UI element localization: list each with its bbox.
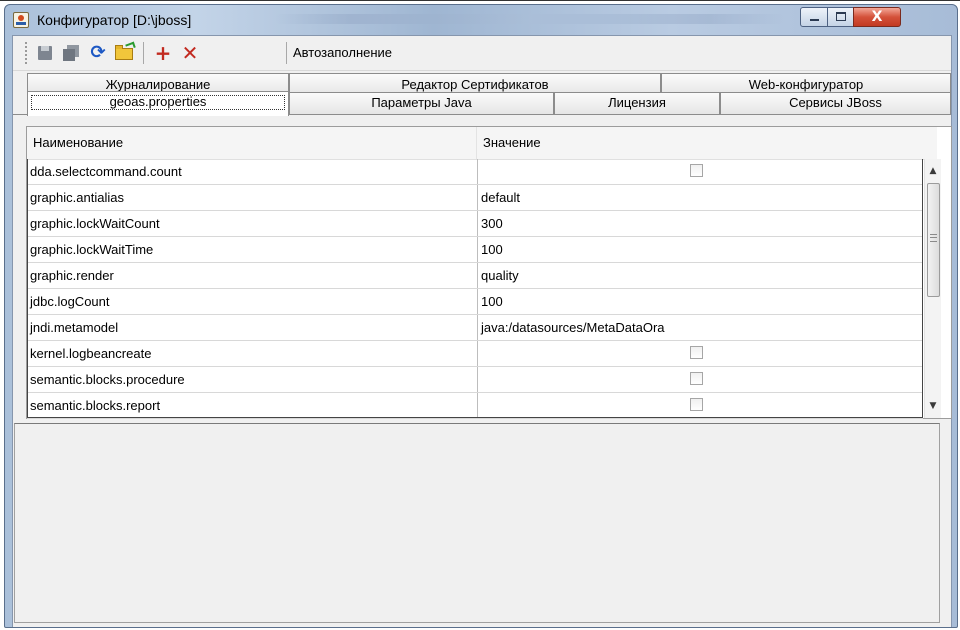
property-name-cell[interactable]: graphic.lockWaitTime [27, 237, 478, 262]
tab-jboss-services[interactable]: Сервисы JBoss [720, 92, 951, 115]
property-name-cell[interactable]: graphic.lockWaitCount [27, 211, 478, 236]
window-client-area: ⟳ + ✕ Автозаполнение Журналирование Реда… [12, 35, 952, 627]
open-folder-button[interactable] [114, 43, 134, 63]
tab-web-configurator[interactable]: Web-конфигуратор [661, 73, 951, 94]
title-bar-background-blur [275, 14, 785, 24]
property-name-cell[interactable]: kernel.logbeancreate [27, 341, 478, 366]
table-row[interactable]: graphic.lockWaitCount 300 [27, 211, 923, 237]
save-button[interactable] [35, 43, 55, 63]
tab-panel: Наименование Значение dda.selectcommand.… [13, 114, 952, 627]
vertical-scrollbar[interactable]: ▲ ▼ [924, 159, 941, 418]
table-row[interactable]: jdbc.logCount 100 [27, 289, 923, 315]
refresh-button[interactable]: ⟳ [88, 43, 108, 63]
table-row[interactable]: graphic.antialias default [27, 185, 923, 211]
save-all-icon [63, 45, 79, 61]
properties-table: Наименование Значение dda.selectcommand.… [26, 126, 952, 419]
maximize-button[interactable] [827, 7, 854, 27]
table-row[interactable]: kernel.logbeancreate [27, 341, 923, 367]
save-icon [38, 46, 52, 60]
toolbar: ⟳ + ✕ Автозаполнение [13, 36, 951, 71]
save-all-button[interactable] [61, 43, 81, 63]
autofill-button[interactable]: Автозаполнение [293, 45, 392, 60]
property-value-cell[interactable]: 100 [478, 237, 923, 262]
toolbar-grip[interactable] [25, 42, 27, 64]
property-value-cell[interactable]: java:/datasources/MetaDataOra [478, 315, 923, 340]
close-button[interactable]: X [853, 7, 901, 27]
tab-java-parameters[interactable]: Параметры Java [289, 92, 554, 115]
maximize-icon [836, 12, 846, 21]
value-checkbox[interactable] [690, 346, 703, 359]
detail-area [14, 423, 940, 623]
scrollbar-thumb[interactable] [927, 183, 940, 297]
table-row[interactable]: semantic.blocks.report [27, 393, 923, 419]
property-value-cell[interactable] [478, 393, 923, 418]
minimize-icon [810, 19, 819, 21]
property-name-cell[interactable]: jndi.metamodel [27, 315, 478, 340]
property-name-cell[interactable]: graphic.antialias [27, 185, 478, 210]
table-row[interactable]: semantic.blocks.procedure [27, 367, 923, 393]
tab-license[interactable]: Лицензия [554, 92, 720, 115]
table-row[interactable]: jndi.metamodel java:/datasources/MetaData… [27, 315, 923, 341]
property-name-cell[interactable]: dda.selectcommand.count [27, 159, 478, 184]
tab-focus-outline [31, 95, 285, 110]
add-icon: + [154, 41, 172, 65]
property-value-cell[interactable]: 300 [478, 211, 923, 236]
value-checkbox[interactable] [690, 164, 703, 177]
property-value-cell[interactable] [478, 367, 923, 392]
scrollbar-grip-icon [930, 234, 937, 242]
tab-geoas-properties[interactable]: geoas.properties [27, 91, 289, 116]
property-value-cell[interactable] [478, 341, 923, 366]
table-row[interactable]: graphic.lockWaitTime 100 [27, 237, 923, 263]
value-checkbox[interactable] [690, 372, 703, 385]
table-row[interactable]: dda.selectcommand.count [27, 159, 923, 185]
property-value-cell[interactable]: 100 [478, 289, 923, 314]
add-button[interactable]: + [153, 43, 173, 63]
table-header: Наименование Значение [27, 127, 937, 160]
property-value-cell[interactable] [478, 159, 923, 184]
title-bar[interactable]: Конфигуратор [D:\jboss] X [5, 5, 957, 35]
property-name-cell[interactable]: semantic.blocks.procedure [27, 367, 478, 392]
open-folder-icon [115, 45, 133, 60]
property-value-cell[interactable]: quality [478, 263, 923, 288]
property-name-cell[interactable]: graphic.render [27, 263, 478, 288]
scroll-down-icon[interactable]: ▼ [925, 398, 941, 415]
window-title: Конфигуратор [D:\jboss] [37, 12, 192, 28]
scroll-up-icon[interactable]: ▲ [925, 163, 941, 180]
value-checkbox[interactable] [690, 398, 703, 411]
property-name-cell[interactable]: jdbc.logCount [27, 289, 478, 314]
delete-icon: ✕ [181, 41, 199, 65]
column-header-value[interactable]: Значение [477, 127, 923, 159]
property-name-cell[interactable]: semantic.blocks.report [27, 393, 478, 418]
toolbar-separator [286, 42, 287, 64]
toolbar-separator [143, 42, 144, 64]
delete-button[interactable]: ✕ [180, 43, 200, 63]
app-window: Конфигуратор [D:\jboss] X ⟳ + ✕ Автозапо… [4, 4, 958, 628]
table-row[interactable]: graphic.render quality [27, 263, 923, 289]
screen-top-line [0, 0, 960, 1]
java-app-icon [13, 12, 29, 28]
minimize-button[interactable] [800, 7, 828, 27]
property-value-cell[interactable]: default [478, 185, 923, 210]
refresh-icon: ⟳ [90, 42, 106, 63]
column-header-name[interactable]: Наименование [27, 127, 477, 159]
close-icon: X [871, 9, 883, 25]
tab-certificate-editor[interactable]: Редактор Сертификатов [289, 73, 661, 94]
